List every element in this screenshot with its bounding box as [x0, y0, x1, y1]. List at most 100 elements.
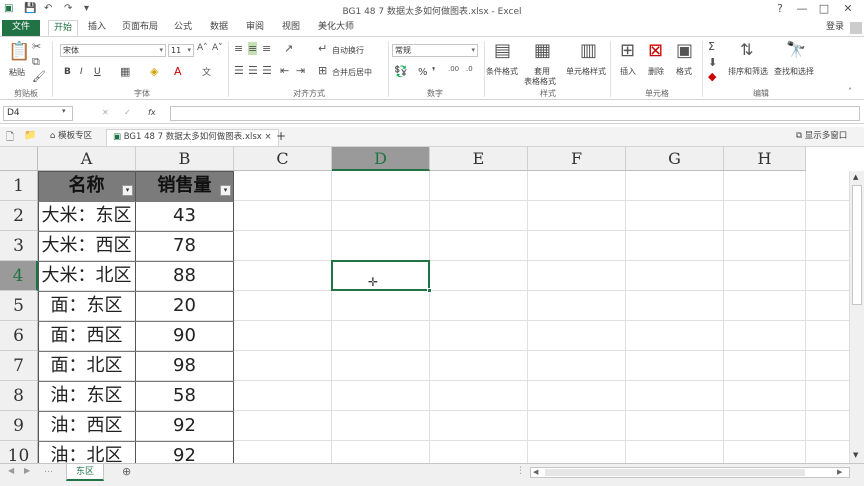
- row-header-4[interactable]: 4: [0, 261, 38, 291]
- cell-styles-icon[interactable]: ▥: [580, 40, 597, 61]
- row-header-9[interactable]: 9: [0, 411, 38, 441]
- sort-filter-icon[interactable]: ⇅: [740, 40, 753, 59]
- italic-button[interactable]: I: [80, 67, 83, 77]
- login-link[interactable]: 登录: [822, 20, 848, 36]
- fill-icon[interactable]: ⬇: [708, 56, 717, 69]
- font-size-combo[interactable]: 11 ▾: [168, 44, 194, 57]
- orientation-icon[interactable]: ↗: [284, 42, 293, 55]
- tab-data[interactable]: 数据: [206, 20, 232, 36]
- vertical-scrollbar[interactable]: ▲ ▼: [849, 171, 864, 463]
- cell-styles-button[interactable]: 单元格样式: [566, 66, 606, 77]
- paste-icon[interactable]: 📋: [8, 41, 30, 62]
- show-multi-window-button[interactable]: ⧉ 显示多窗口: [790, 129, 853, 146]
- delete-cells-icon[interactable]: ⊠: [648, 40, 663, 61]
- shrink-font-icon[interactable]: A˅: [212, 43, 223, 53]
- accounting-format-icon[interactable]: 💱: [394, 65, 408, 78]
- merge-center-button[interactable]: 合并后居中: [332, 67, 372, 78]
- row-header-3[interactable]: 3: [0, 231, 38, 261]
- select-all-corner[interactable]: [0, 147, 38, 171]
- more-sheets-icon[interactable]: …: [44, 465, 53, 475]
- tab-home[interactable]: 开始: [48, 20, 78, 36]
- tab-view[interactable]: 视图: [278, 20, 304, 36]
- wrap-text-icon[interactable]: ↵: [318, 42, 327, 55]
- autosum-button[interactable]: Σ: [708, 40, 715, 53]
- insert-cells-icon[interactable]: ⊞: [620, 40, 635, 61]
- wrap-text-button[interactable]: 自动换行: [332, 45, 364, 56]
- restore-button[interactable]: □: [814, 2, 834, 15]
- column-header-f[interactable]: F: [528, 147, 626, 171]
- next-sheet-icon[interactable]: ▶: [24, 466, 30, 475]
- tab-review[interactable]: 审阅: [242, 20, 268, 36]
- minimize-button[interactable]: —: [792, 2, 812, 15]
- tab-insert[interactable]: 插入: [84, 20, 110, 36]
- column-header-e[interactable]: E: [430, 147, 528, 171]
- column-header-a[interactable]: A: [38, 147, 136, 171]
- row-header-2[interactable]: 2: [0, 201, 38, 231]
- find-select-button[interactable]: 查找和选择: [774, 66, 814, 77]
- column-header-c[interactable]: C: [234, 147, 332, 171]
- paste-button[interactable]: 粘贴: [9, 67, 25, 78]
- conditional-format-button[interactable]: 条件格式: [486, 66, 518, 77]
- column-header-d[interactable]: D: [332, 147, 430, 171]
- merge-center-icon[interactable]: ⊞: [318, 64, 327, 77]
- prev-sheet-icon[interactable]: ◀: [8, 466, 14, 475]
- horizontal-scrollbar[interactable]: ◀ ▶: [530, 467, 850, 478]
- font-color-icon[interactable]: A: [174, 65, 182, 78]
- fill-color-icon[interactable]: ◈: [150, 65, 158, 78]
- font-name-combo[interactable]: 宋体 ▾: [60, 44, 166, 57]
- sheet-tab-east[interactable]: 东区: [66, 464, 104, 481]
- close-button[interactable]: ✕: [838, 2, 858, 15]
- row-header-7[interactable]: 7: [0, 351, 38, 381]
- column-header-g[interactable]: G: [626, 147, 724, 171]
- align-center-icon[interactable]: ☰: [248, 64, 258, 77]
- active-cell-d4[interactable]: [331, 260, 432, 293]
- underline-button[interactable]: U: [94, 67, 101, 77]
- tab-page-layout[interactable]: 页面布局: [118, 20, 162, 36]
- align-top-icon[interactable]: ≡: [234, 42, 243, 55]
- insert-cells-button[interactable]: 插入: [620, 66, 636, 77]
- column-header-h[interactable]: H: [724, 147, 806, 171]
- chevron-down-icon[interactable]: ▾: [62, 107, 66, 115]
- avatar[interactable]: [850, 22, 862, 34]
- help-button[interactable]: ?: [770, 2, 790, 15]
- align-left-icon[interactable]: ☰: [234, 64, 244, 77]
- formula-input[interactable]: [170, 106, 860, 121]
- new-sheet-button[interactable]: ⊕: [122, 465, 131, 478]
- decrease-decimal-icon[interactable]: .0: [466, 65, 473, 73]
- find-select-icon[interactable]: 🔭: [786, 40, 806, 59]
- format-as-table-line2[interactable]: 表格格式: [524, 76, 556, 87]
- phonetic-icon[interactable]: 文: [202, 65, 211, 78]
- conditional-format-icon[interactable]: ▤: [494, 40, 511, 61]
- scroll-up-icon[interactable]: ▲: [853, 173, 858, 181]
- align-bottom-icon[interactable]: ≡: [262, 42, 271, 55]
- comma-style-icon[interactable]: ❜: [432, 65, 436, 78]
- format-cells-icon[interactable]: ▣: [676, 40, 693, 61]
- align-middle-icon[interactable]: ≡: [248, 42, 258, 55]
- borders-icon[interactable]: ▦: [120, 65, 130, 78]
- add-tab-button[interactable]: +: [270, 129, 292, 146]
- format-cells-button[interactable]: 格式: [676, 66, 692, 77]
- scroll-left-icon[interactable]: ◀: [533, 468, 538, 476]
- increase-indent-icon[interactable]: ⇥: [296, 64, 305, 77]
- delete-cells-button[interactable]: 删除: [648, 66, 664, 77]
- increase-decimal-icon[interactable]: .00: [448, 65, 459, 73]
- row-header-8[interactable]: 8: [0, 381, 38, 411]
- bold-button[interactable]: B: [64, 67, 71, 77]
- collapse-ribbon-icon[interactable]: ˄: [848, 87, 852, 96]
- row-header-10[interactable]: 10: [0, 441, 38, 463]
- row-header-6[interactable]: 6: [0, 321, 38, 351]
- sort-filter-button[interactable]: 排序和筛选: [728, 66, 768, 77]
- tab-workbook[interactable]: ▣ BG1 48 7 数据太多如何做图表.xlsx ×: [106, 129, 279, 146]
- more-tabs-icon[interactable]: ⋮: [516, 466, 525, 476]
- folder-icon[interactable]: 📁: [24, 130, 36, 141]
- fill-handle[interactable]: [427, 288, 432, 293]
- percent-button[interactable]: %: [418, 67, 428, 78]
- column-header-b[interactable]: B: [136, 147, 234, 171]
- cancel-entry-button[interactable]: ✕: [102, 108, 109, 117]
- format-painter-icon[interactable]: 🖌: [32, 70, 46, 83]
- copy-icon[interactable]: ⧉: [32, 55, 40, 69]
- new-doc-icon[interactable]: 🗋: [6, 130, 14, 147]
- clear-icon[interactable]: ◆: [708, 70, 716, 83]
- row-header-5[interactable]: 5: [0, 291, 38, 321]
- format-as-table-icon[interactable]: ▦: [534, 40, 551, 61]
